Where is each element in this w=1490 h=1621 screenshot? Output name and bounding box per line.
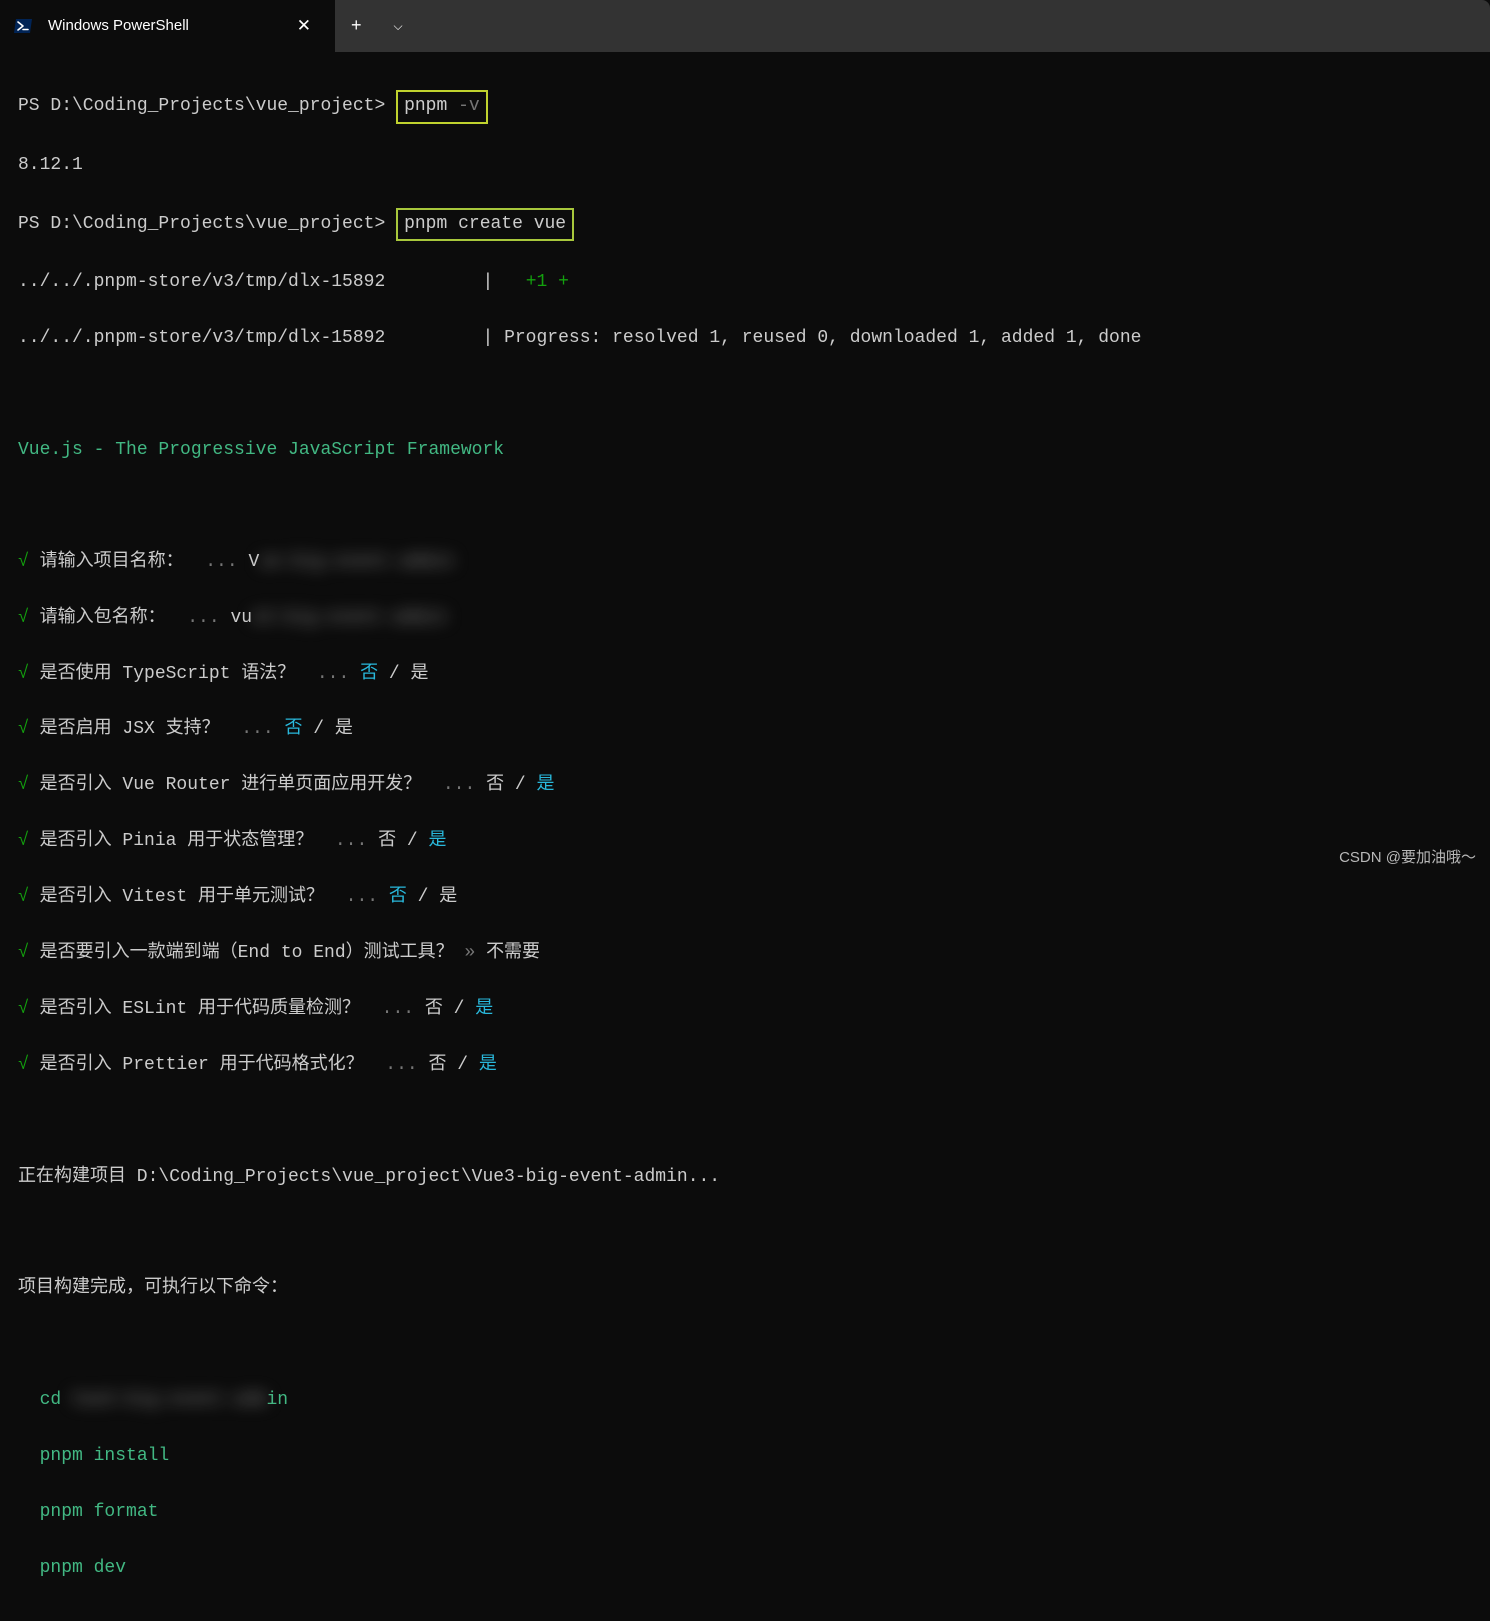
prompt-jsx: √ 是否启用 JSX 支持？ ... 否 / 是 (18, 716, 1472, 744)
command-highlight-1: pnpm -v (396, 90, 488, 124)
cmd-hint-install: pnpm install (18, 1446, 169, 1466)
tab-powershell[interactable]: Windows PowerShell ✕ (0, 0, 335, 52)
building-msg: 正在构建项目 D:\Coding_Projects\vue_project\Vu… (18, 1167, 720, 1187)
prompt-eslint: √ 是否引入 ESLint 用于代码质量检测？ ... 否 / 是 (18, 996, 1472, 1024)
cmd-hint-format: pnpm format (18, 1502, 158, 1522)
tab-actions: + ⌵ (335, 0, 419, 52)
prompt-prettier: √ 是否引入 Prettier 用于代码格式化？ ... 否 / 是 (18, 1052, 1472, 1080)
vue-banner: Vue.js - The Progressive JavaScript Fram… (18, 440, 504, 460)
tab-close-button[interactable]: ✕ (287, 9, 321, 43)
store-path: ../../.pnpm-store/v3/tmp/dlx-15892 | (18, 272, 526, 292)
prompt-package-name: √ 请输入包名称： ... vue3-big-event-admin (18, 605, 1472, 633)
prompt-router: √ 是否引入 Vue Router 进行单页面应用开发？ ... 否 / 是 (18, 772, 1472, 800)
prompt: PS D:\Coding_Projects\vue_project> (18, 96, 385, 116)
prompt: PS D:\Coding_Projects\vue_project> (18, 214, 385, 234)
tab-title: Windows PowerShell (48, 14, 189, 37)
new-tab-button[interactable]: + (335, 0, 378, 52)
progress-line: ../../.pnpm-store/v3/tmp/dlx-15892 | Pro… (18, 325, 1472, 353)
prompt-pinia: √ 是否引入 Pinia 用于状态管理？ ... 否 / 是 (18, 828, 1472, 856)
prompt-e2e: √ 是否要引入一款端到端（End to End）测试工具？ » 不需要 (18, 940, 1472, 968)
prompt-typescript: √ 是否使用 TypeScript 语法？ ... 否 / 是 (18, 661, 1472, 689)
progress-plus: +1 + (526, 272, 569, 292)
prompt-vitest: √ 是否引入 Vitest 用于单元测试？ ... 否 / 是 (18, 884, 1472, 912)
version-output: 8.12.1 (18, 155, 83, 175)
cmd-hint-dev: pnpm dev (18, 1558, 126, 1578)
prompt-project-name: √ 请输入项目名称： ... Vue-big-event-admin (18, 549, 1472, 577)
watermark: CSDN @要加油哦～ (1339, 846, 1476, 869)
cmd-hint-cd: cd Vue3-big-event-admin (18, 1387, 1472, 1415)
powershell-icon (14, 16, 34, 36)
titlebar: Windows PowerShell ✕ + ⌵ (0, 0, 1490, 52)
tab-dropdown-button[interactable]: ⌵ (378, 0, 419, 52)
terminal-output[interactable]: PS D:\Coding_Projects\vue_project> pnpm … (0, 52, 1490, 1621)
done-msg: 项目构建完成，可执行以下命令： (18, 1278, 288, 1298)
command-highlight-2: pnpm create vue (396, 208, 574, 242)
